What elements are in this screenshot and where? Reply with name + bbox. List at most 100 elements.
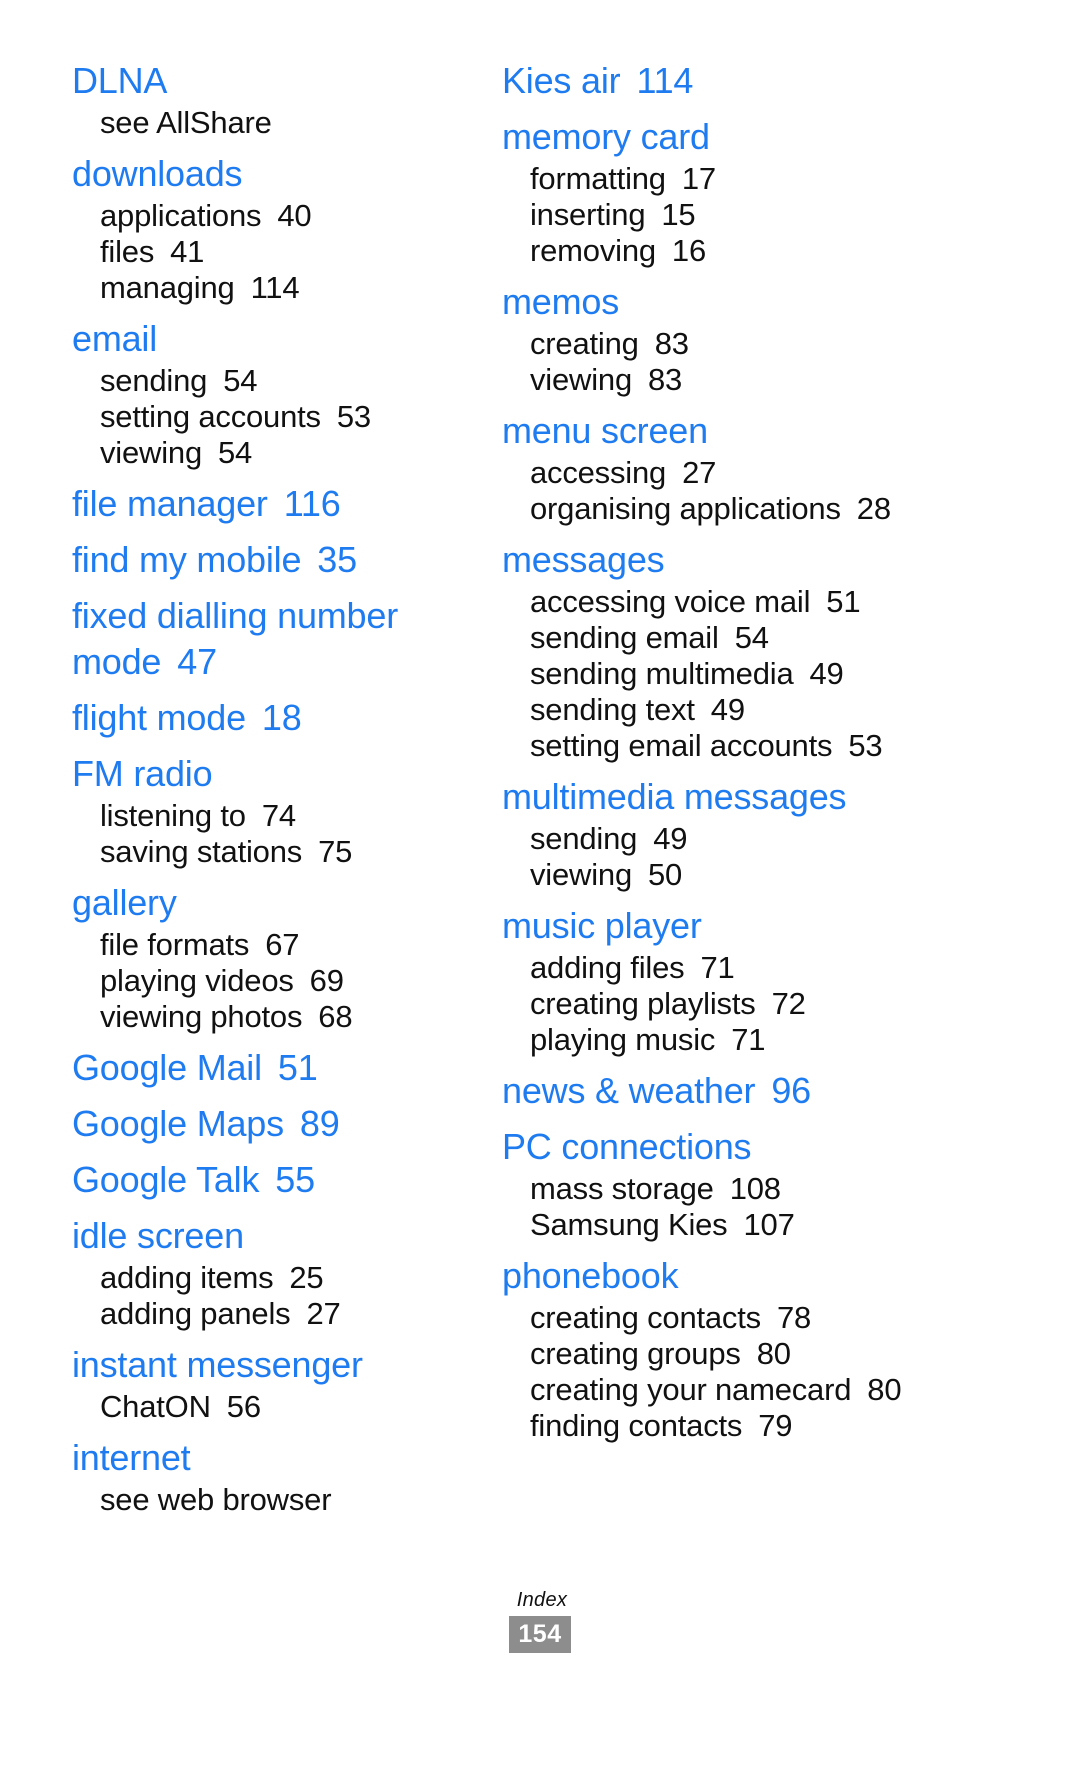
- index-entry[interactable]: fixed dialling number mode 47: [72, 593, 502, 685]
- index-subentry[interactable]: playing videos 69: [100, 963, 502, 999]
- index-entry[interactable]: multimedia messages: [502, 774, 972, 820]
- index-subentry-term: formatting: [530, 161, 666, 196]
- index-entry-page-number: 51: [277, 1047, 318, 1088]
- footer-inner: Index 154: [509, 1588, 571, 1653]
- index-entry[interactable]: PC connections: [502, 1124, 972, 1170]
- index-entry-page-number: 35: [317, 539, 357, 580]
- index-subentry[interactable]: viewing 50: [530, 857, 972, 893]
- index-subentry[interactable]: organising applications 28: [530, 491, 972, 527]
- index-subentry[interactable]: see web browser: [100, 1482, 502, 1518]
- index-subentry-page-number: 71: [731, 1022, 766, 1057]
- index-entry[interactable]: news & weather 96: [502, 1068, 972, 1114]
- index-subentry-page-number: 79: [758, 1408, 793, 1443]
- index-entry[interactable]: email: [72, 316, 502, 362]
- index-subentry[interactable]: creating groups 80: [530, 1336, 972, 1372]
- index-subentry-term: accessing voice mail: [530, 584, 811, 619]
- index-subentry[interactable]: ChatON 56: [100, 1389, 502, 1425]
- index-subentry[interactable]: creating playlists 72: [530, 986, 972, 1022]
- index-subentry-page-number: 49: [710, 692, 745, 727]
- index-entry-term: idle screen: [72, 1215, 244, 1256]
- index-subentry[interactable]: listening to 74: [100, 798, 502, 834]
- index-entry[interactable]: memory card: [502, 114, 972, 160]
- index-entry[interactable]: Kies air 114: [502, 58, 972, 104]
- index-subentry[interactable]: Samsung Kies 107: [530, 1207, 972, 1243]
- index-subentry[interactable]: creating contacts 78: [530, 1300, 972, 1336]
- footer-section-label: Index: [516, 1589, 568, 1611]
- index-subentry[interactable]: removing 16: [530, 233, 972, 269]
- index-subentry-page-number: 54: [217, 435, 253, 470]
- index-entry[interactable]: file manager 116: [72, 481, 502, 527]
- index-subentry-page-number: 72: [771, 986, 806, 1021]
- index-subentry[interactable]: sending 54: [100, 363, 502, 399]
- index-columns: DLNA see AllShare downloads applications 40 f…: [0, 58, 1080, 1517]
- index-entry-page-number: 18: [261, 697, 302, 738]
- index-entry-term: Google Talk: [72, 1159, 260, 1200]
- index-entry[interactable]: Google Maps 89: [72, 1101, 502, 1147]
- index-subentry[interactable]: mass storage 108: [530, 1171, 972, 1207]
- index-subentry[interactable]: formatting 17: [530, 161, 972, 197]
- index-entry[interactable]: gallery: [72, 880, 502, 926]
- index-subentry[interactable]: sending 49: [530, 821, 972, 857]
- index-subentry[interactable]: inserting 15: [530, 197, 972, 233]
- index-subentry-term: creating groups: [530, 1336, 741, 1371]
- index-entry-term: multimedia messages: [502, 776, 847, 817]
- index-entry-term: find my mobile: [72, 539, 302, 580]
- index-subentry[interactable]: creating 83: [530, 326, 972, 362]
- index-entry-term: flight mode: [72, 697, 246, 738]
- index-subentry[interactable]: files 41: [100, 234, 502, 270]
- index-entry[interactable]: Google Talk 55: [72, 1157, 502, 1203]
- index-subentry[interactable]: saving stations 75: [100, 834, 502, 870]
- index-subentry-term: adding items: [100, 1260, 274, 1295]
- index-subentry-page-number: 78: [776, 1300, 812, 1335]
- index-entry[interactable]: instant messenger: [72, 1342, 502, 1388]
- index-entry[interactable]: messages: [502, 537, 972, 583]
- index-subentry-term: viewing photos: [100, 999, 303, 1034]
- index-subentry-term: adding panels: [100, 1296, 291, 1331]
- index-subentry[interactable]: adding files 71: [530, 950, 972, 986]
- index-subentry-page-number: 49: [653, 821, 688, 856]
- index-entry[interactable]: memos: [502, 279, 972, 325]
- index-entry[interactable]: Google Mail 51: [72, 1045, 502, 1091]
- index-entry[interactable]: music player: [502, 903, 972, 949]
- index-subentry[interactable]: finding contacts 79: [530, 1408, 972, 1444]
- index-subentry[interactable]: sending multimedia 49: [530, 656, 972, 692]
- index-subentry[interactable]: sending email 54: [530, 620, 972, 656]
- index-subentry[interactable]: adding panels 27: [100, 1296, 502, 1332]
- index-subentry[interactable]: viewing 83: [530, 362, 972, 398]
- index-subentry-term: sending: [100, 363, 208, 398]
- index-subentry[interactable]: managing 114: [100, 270, 502, 306]
- index-subentry[interactable]: viewing 54: [100, 435, 502, 471]
- index-entry-term: fixed dialling number mode: [72, 595, 398, 682]
- index-entry-page-number: 55: [275, 1159, 315, 1200]
- index-subentry-term: viewing: [530, 362, 632, 397]
- index-entry[interactable]: DLNA: [72, 58, 502, 104]
- index-subentry-term: creating your namecard: [530, 1372, 852, 1407]
- index-subentry-term: viewing: [100, 435, 202, 470]
- index-entry[interactable]: menu screen: [502, 408, 972, 454]
- index-entry[interactable]: downloads: [72, 151, 502, 197]
- index-subentry[interactable]: accessing 27: [530, 455, 972, 491]
- index-entry[interactable]: phonebook: [502, 1253, 972, 1299]
- index-subentry[interactable]: file formats 67: [100, 927, 502, 963]
- index-subentry-term: files: [100, 234, 155, 269]
- index-subentry-page-number: 108: [729, 1171, 781, 1206]
- index-subentry-term: sending: [530, 821, 638, 856]
- index-subentry[interactable]: viewing photos 68: [100, 999, 502, 1035]
- index-entry[interactable]: FM radio: [72, 751, 502, 797]
- index-entry-term: DLNA: [72, 60, 168, 101]
- index-subentry[interactable]: applications 40: [100, 198, 502, 234]
- index-subentry[interactable]: adding items 25: [100, 1260, 502, 1296]
- index-subentry[interactable]: sending text 49: [530, 692, 972, 728]
- index-subentry[interactable]: playing music 71: [530, 1022, 972, 1058]
- index-entry[interactable]: idle screen: [72, 1213, 502, 1259]
- index-entry[interactable]: find my mobile 35: [72, 537, 502, 583]
- index-entry[interactable]: internet: [72, 1435, 502, 1481]
- index-subentry[interactable]: setting accounts 53: [100, 399, 502, 435]
- index-subentry[interactable]: see AllShare: [100, 105, 502, 141]
- index-subentry[interactable]: setting email accounts 53: [530, 728, 972, 764]
- index-subentry[interactable]: accessing voice mail 51: [530, 584, 972, 620]
- index-subentry[interactable]: creating your namecard 80: [530, 1372, 972, 1408]
- index-entry[interactable]: flight mode 18: [72, 695, 502, 741]
- index-entry-page-number: 116: [283, 483, 341, 524]
- index-subentry-page-number: 69: [309, 963, 344, 998]
